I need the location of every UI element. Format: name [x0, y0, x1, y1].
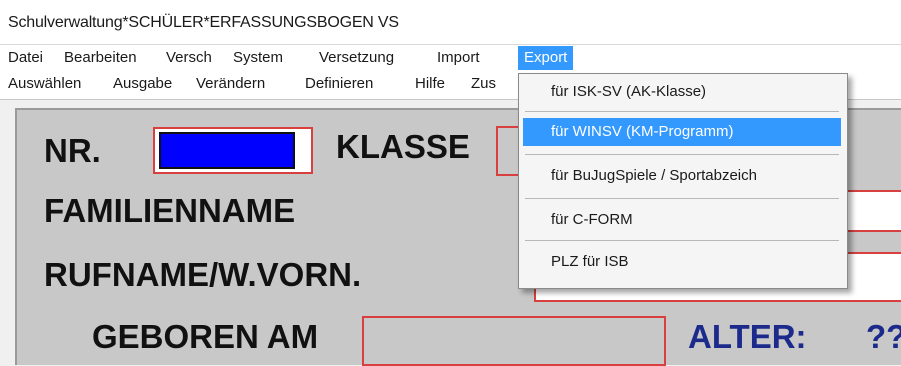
menu-import[interactable]: Import — [437, 49, 480, 66]
menu-versetzung[interactable]: Versetzung — [319, 49, 394, 66]
export-item-c-form[interactable]: für C-FORM — [523, 206, 841, 234]
menu-veraendern[interactable]: Verändern — [196, 75, 265, 92]
menu-definieren[interactable]: Definieren — [305, 75, 373, 92]
menu-bar-row-1: Datei Bearbeiten Versch System Versetzun… — [0, 45, 901, 71]
title-bar: Schulverwaltung*SCHÜLER*ERFASSUNGSBOGEN … — [0, 0, 901, 45]
menu-system[interactable]: System — [233, 49, 283, 66]
klasse-label: KLASSE — [336, 128, 470, 165]
familienname-label: FAMILIENNAME — [44, 192, 296, 229]
menu-ausgabe[interactable]: Ausgabe — [113, 75, 172, 92]
alter-label: ALTER: — [688, 318, 807, 355]
menu-export[interactable]: Export — [518, 46, 574, 70]
menu-separator — [525, 198, 839, 199]
export-dropdown-menu: für ISK-SV (AK-Klasse) für WINSV (KM-Pro… — [518, 73, 848, 289]
alter-value: ?? — [866, 318, 901, 355]
menu-separator — [525, 111, 839, 112]
menu-versch[interactable]: Versch — [166, 49, 212, 66]
export-item-bujugspiele[interactable]: für BuJugSpiele / Sportabzeich — [523, 162, 841, 190]
export-item-winsv[interactable]: für WINSV (KM-Programm) — [523, 118, 841, 146]
rufname-label: RUFNAME/W.VORN. — [44, 256, 362, 293]
geboren-label: GEBOREN AM — [92, 318, 319, 355]
nr-field-value — [159, 132, 295, 169]
export-item-plz-isb[interactable]: PLZ für ISB — [523, 248, 841, 276]
menu-separator — [525, 240, 839, 241]
menu-datei[interactable]: Datei — [8, 49, 43, 66]
window-title: Schulverwaltung*SCHÜLER*ERFASSUNGSBOGEN … — [8, 14, 399, 31]
menu-bearbeiten[interactable]: Bearbeiten — [64, 49, 137, 66]
familienname-field[interactable] — [846, 190, 901, 232]
menu-hilfe[interactable]: Hilfe — [415, 75, 445, 92]
nr-field[interactable] — [153, 127, 313, 174]
menu-zus[interactable]: Zus — [471, 75, 496, 92]
export-item-isk-sv[interactable]: für ISK-SV (AK-Klasse) — [523, 78, 841, 106]
geboren-field[interactable] — [362, 316, 666, 366]
menu-separator — [525, 154, 839, 155]
menu-auswaehlen[interactable]: Auswählen — [8, 75, 81, 92]
nr-label: NR. — [44, 132, 101, 169]
